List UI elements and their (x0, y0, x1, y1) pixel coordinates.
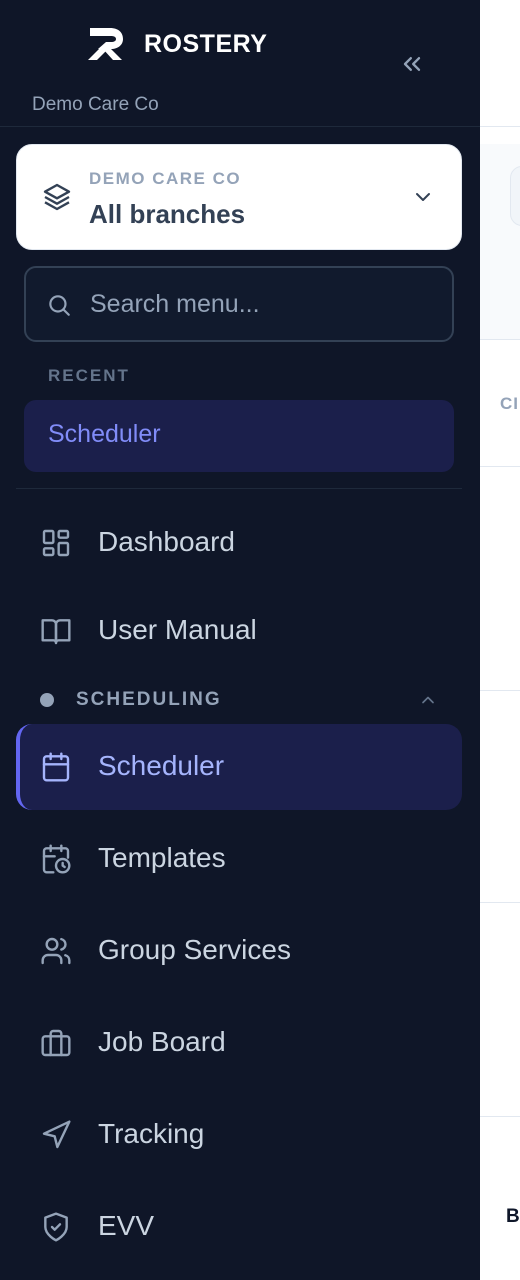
org-subtitle: Demo Care Co (32, 94, 159, 115)
chevron-down-icon (416, 193, 430, 201)
divider (0, 126, 480, 127)
search-box (24, 266, 454, 342)
branch-org-label: DEMO CARE CO (89, 169, 242, 188)
nav-item-label: Dashboard (98, 526, 235, 557)
branch-selector[interactable]: DEMO CARE CO All branches (16, 144, 462, 250)
scheduling-section-label: SCHEDULING (76, 689, 222, 710)
nav-item-tracking[interactable]: Tracking (16, 1092, 462, 1178)
divider (16, 488, 462, 489)
nav-item-templates[interactable]: Templates (16, 816, 462, 902)
brand[interactable]: ROSTERY (86, 26, 267, 62)
table-row-divider (480, 902, 520, 903)
nav-item-label: Scheduler (98, 750, 225, 781)
calendar-icon (42, 752, 70, 782)
layers-icon (43, 183, 71, 211)
branch-value: All branches (89, 199, 246, 229)
divider (480, 126, 520, 127)
table-column-header: CI (500, 394, 519, 413)
nav-item-scheduler[interactable]: Scheduler (16, 724, 462, 810)
recent-item-scheduler[interactable]: Scheduler (24, 400, 454, 472)
table-row-divider (480, 1116, 520, 1117)
nav-item-label: Templates (98, 842, 226, 873)
book-icon (41, 619, 71, 645)
search-icon (49, 295, 70, 316)
recent-section-label: RECENT (48, 366, 130, 385)
recent-item-label: Scheduler (48, 420, 161, 448)
nav-item-dashboard[interactable]: Dashboard (16, 500, 462, 586)
chevron-up-icon (422, 696, 434, 704)
table-cell: B (506, 1206, 520, 1227)
nav-item-label: Tracking (98, 1118, 205, 1149)
nav-item-evv[interactable]: EVV (16, 1184, 462, 1270)
main-content: CI B (480, 0, 520, 1280)
brand-name: ROSTERY (144, 29, 268, 58)
table-row-divider (480, 466, 520, 467)
rostery-logo-icon (88, 28, 123, 60)
table-row-divider (480, 690, 520, 691)
shield-check-icon (44, 1212, 68, 1242)
nav-item-label: Job Board (98, 1026, 226, 1057)
scheduling-section-header[interactable]: SCHEDULING (16, 680, 462, 720)
filter-chip[interactable] (510, 166, 520, 226)
navigation-icon (42, 1120, 71, 1149)
search-input[interactable] (90, 282, 430, 326)
sidebar: ROSTERY Demo Care Co DEMO CARE CO All br… (0, 0, 480, 1280)
nav-item-label: User Manual (98, 614, 257, 645)
nav-item-group-services[interactable]: Group Services (16, 908, 462, 994)
users-icon (41, 937, 71, 965)
dashboard-icon (42, 529, 70, 557)
section-dot (40, 693, 54, 707)
nav-item-label: EVV (98, 1210, 155, 1241)
nav-item-label: Group Services (98, 934, 291, 965)
calendar-clock-icon (42, 844, 71, 874)
nav-item-job-board[interactable]: Job Board (16, 1000, 462, 1086)
briefcase-icon (41, 1029, 71, 1057)
nav-item-user-manual[interactable]: User Manual (16, 588, 462, 674)
collapse-sidebar-icon[interactable] (398, 50, 426, 78)
